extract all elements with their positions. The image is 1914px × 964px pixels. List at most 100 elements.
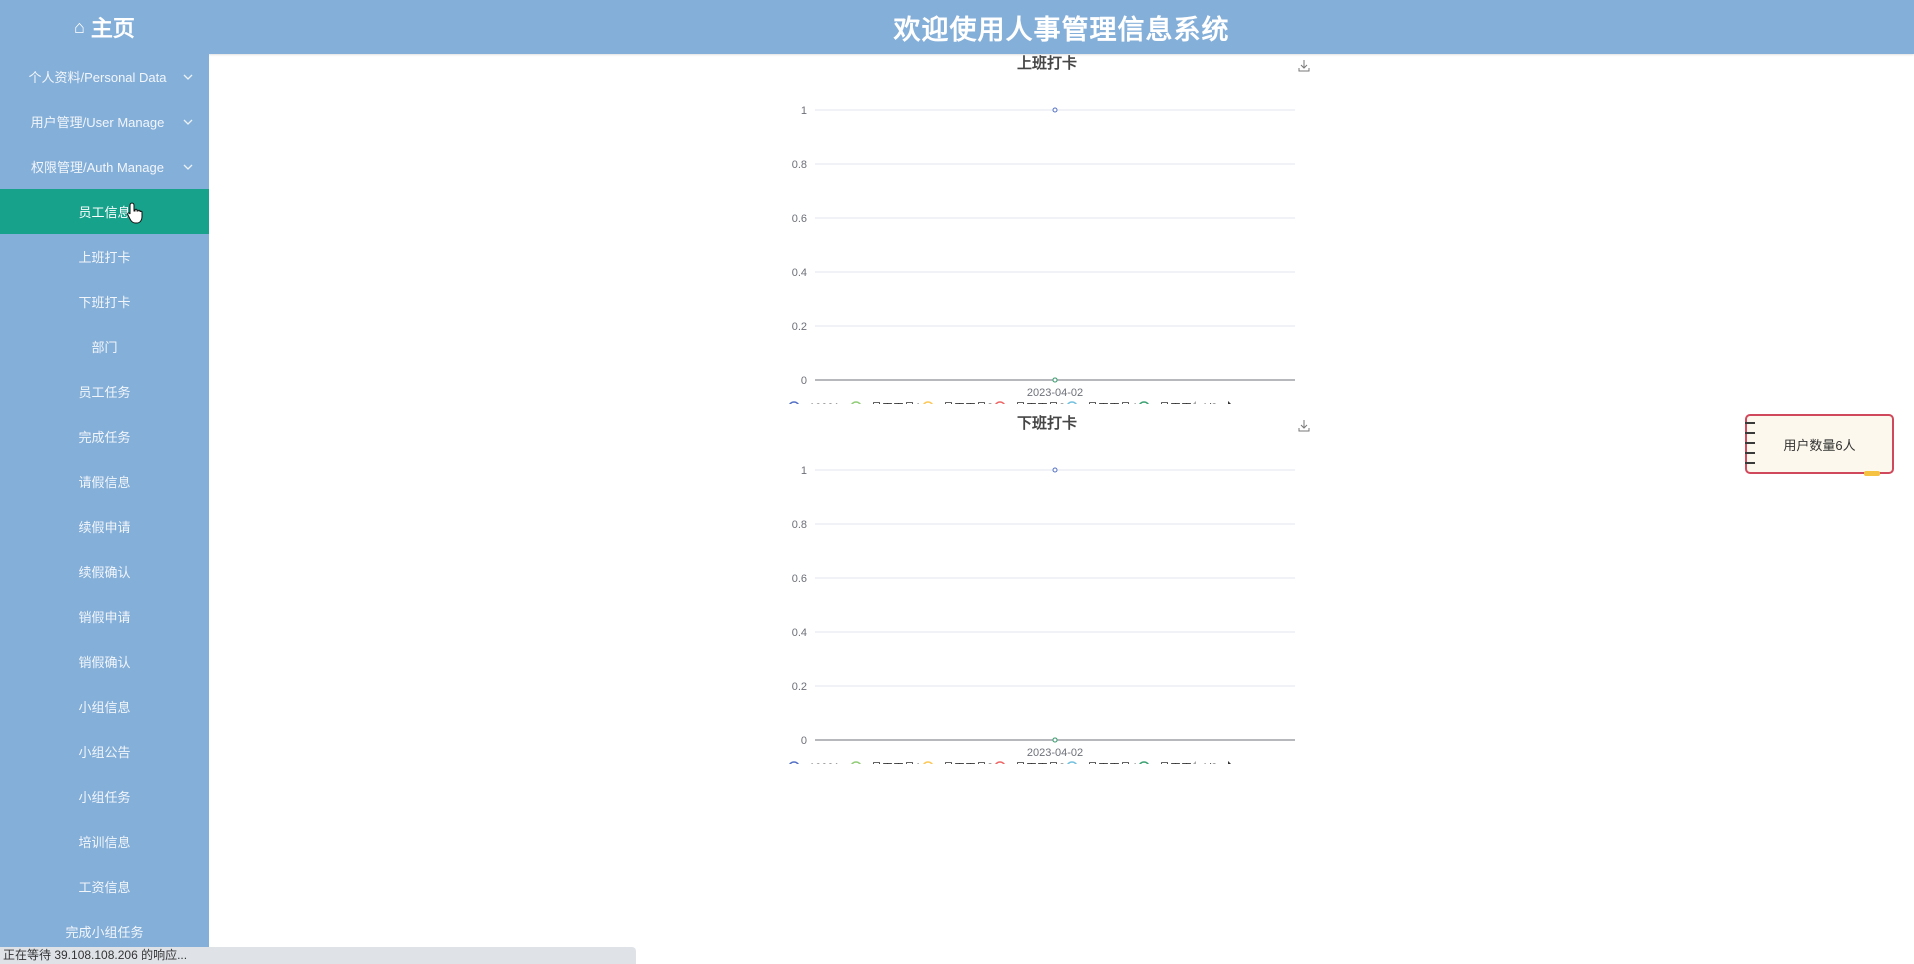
legend-label: 10001 — [809, 762, 840, 764]
x-tick-label: 2023-04-02 — [1027, 747, 1083, 759]
legend-page-indicator: 1/2 — [1202, 402, 1217, 404]
legend-marker — [1139, 401, 1149, 404]
download-icon[interactable] — [1298, 60, 1310, 72]
sidebar-item-label: 工资信息 — [78, 880, 131, 895]
browser-status-bar: 正在等待 39.108.108.206 的响应... — [0, 947, 636, 964]
legend-next-icon[interactable] — [1228, 761, 1234, 764]
corner-tab — [1864, 471, 1880, 476]
y-tick-label: 0.8 — [792, 159, 807, 171]
sidebar-item-label: 销假申请 — [78, 610, 131, 625]
sidebar-item[interactable]: 续假申请 — [0, 504, 209, 549]
sidebar-item[interactable]: 用户管理/User Manage — [0, 99, 209, 144]
sidebar-item-label: 续假申请 — [78, 520, 131, 535]
sidebar-item-label: 完成任务 — [78, 430, 131, 445]
sidebar-item[interactable]: 销假确认 — [0, 639, 209, 684]
sidebar-item[interactable]: 个人资料/Personal Data — [0, 54, 209, 99]
clock-out-chart-svg: 下班打卡 0 0.2 0.4 0.6 0.8 1 2023-04-02 10001 员工工号1 员工… — [789, 414, 1310, 764]
sidebar-item[interactable]: 请假信息 — [0, 459, 209, 504]
sidebar-item[interactable]: 员工任务 — [0, 369, 209, 414]
y-tick-label: 0.2 — [792, 681, 807, 693]
user-count-text: 用户数量6人 — [1783, 437, 1856, 453]
legend-marker — [1139, 761, 1149, 764]
sidebar-item-label: 培训信息 — [78, 835, 131, 850]
legend-marker — [923, 761, 933, 764]
data-point — [1052, 107, 1058, 113]
sidebar-item-label: 小组信息 — [78, 700, 131, 715]
sidebar-item-label: 部门 — [91, 340, 118, 355]
x-tick-label: 2023-04-02 — [1027, 387, 1083, 399]
legend-label: 10001 — [809, 402, 840, 404]
chart-title: 下班打卡 — [1017, 414, 1077, 432]
data-point — [1052, 467, 1058, 473]
top-header: ⌂ 主页 欢迎使用人事管理信息系统 — [0, 0, 1914, 54]
sidebar-item[interactable]: 权限管理/Auth Manage — [0, 144, 209, 189]
sidebar-item[interactable]: 上班打卡 — [0, 234, 209, 279]
sidebar-item-label: 权限管理/Auth Manage — [31, 160, 164, 175]
download-icon[interactable] — [1298, 420, 1310, 432]
binding-tick — [1745, 432, 1755, 434]
chevron-down-icon — [183, 74, 193, 80]
sidebar-item-label: 用户管理/User Manage — [30, 115, 165, 130]
sidebar-item-label: 完成小组任务 — [65, 925, 144, 940]
legend-label: 员工工 — [1159, 401, 1192, 404]
y-tick-label: 0.6 — [792, 213, 807, 225]
page-title: 欢迎使用人事管理信息系统 — [893, 14, 1230, 45]
legend-label: 员工工号1 — [871, 761, 921, 764]
legend-marker — [851, 761, 861, 764]
sidebar-item[interactable]: 完成任务 — [0, 414, 209, 459]
sidebar-item[interactable]: 员工信息 — [0, 189, 209, 234]
binding-tick — [1745, 442, 1755, 444]
sidebar-item-label: 员工信息 — [78, 205, 131, 220]
y-tick-label: 0.4 — [792, 267, 807, 279]
legend-label: 员工工号2 — [943, 401, 993, 404]
y-tick-label: 0.2 — [792, 321, 807, 333]
home-link[interactable]: ⌂ 主页 — [0, 0, 209, 54]
home-icon: ⌂ — [74, 16, 85, 37]
legend-marker — [995, 761, 1005, 764]
legend-label: 员工工号4 — [1087, 401, 1137, 404]
sidebar-item-label: 请假信息 — [78, 475, 131, 490]
sidebar-item[interactable]: 部门 — [0, 324, 209, 369]
y-tick-label: 0 — [801, 375, 807, 387]
y-tick-label: 0.8 — [792, 519, 807, 531]
home-label: 主页 — [90, 16, 135, 41]
data-point — [1052, 377, 1058, 383]
y-tick-label: 0 — [801, 735, 807, 747]
sidebar-item[interactable]: 培训信息 — [0, 819, 209, 864]
sidebar-item-label: 下班打卡 — [78, 295, 131, 310]
legend-label: 员工工号4 — [1087, 761, 1137, 764]
legend-label: 员工工号2 — [943, 761, 993, 764]
binding-tick — [1745, 462, 1755, 464]
user-count-box: 用户数量6人 — [1745, 414, 1894, 476]
legend-label: 员工工 — [1159, 761, 1192, 764]
legend-marker — [923, 401, 933, 404]
y-tick-label: 1 — [801, 105, 807, 117]
legend-marker — [851, 401, 861, 404]
legend-marker — [1067, 761, 1077, 764]
clock-in-chart: 上班打卡 0 0.2 0.4 0.6 0.8 1 2023-04-02 10001 员工工号1 员工… — [770, 54, 1330, 404]
chevron-down-icon — [183, 119, 193, 125]
legend-next-icon[interactable] — [1228, 401, 1234, 404]
sidebar-item-label: 续假确认 — [78, 565, 131, 580]
legend-label: 员工工号1 — [871, 401, 921, 404]
legend-marker — [1067, 401, 1077, 404]
y-tick-label: 0.6 — [792, 573, 807, 585]
sidebar-item-label: 销假确认 — [78, 655, 131, 670]
sidebar-item[interactable]: 小组任务 — [0, 774, 209, 819]
legend-marker — [789, 761, 799, 764]
y-tick-label: 0.4 — [792, 627, 807, 639]
sidebar-item-label: 小组公告 — [78, 745, 131, 760]
sidebar-item-label: 员工任务 — [78, 385, 131, 400]
sidebar-item[interactable]: 下班打卡 — [0, 279, 209, 324]
sidebar-item[interactable]: 续假确认 — [0, 549, 209, 594]
hand-cursor-icon — [127, 202, 143, 224]
y-tick-label: 1 — [801, 465, 807, 477]
sidebar-item-label: 小组任务 — [78, 790, 131, 805]
legend-page-indicator: 1/2 — [1202, 762, 1217, 764]
sidebar-item[interactable]: 销假申请 — [0, 594, 209, 639]
sidebar-item[interactable]: 工资信息 — [0, 864, 209, 909]
legend-label: 员工工号3 — [1015, 401, 1065, 404]
sidebar-item[interactable]: 小组信息 — [0, 684, 209, 729]
legend-label: 员工工号3 — [1015, 761, 1065, 764]
sidebar-item[interactable]: 小组公告 — [0, 729, 209, 774]
